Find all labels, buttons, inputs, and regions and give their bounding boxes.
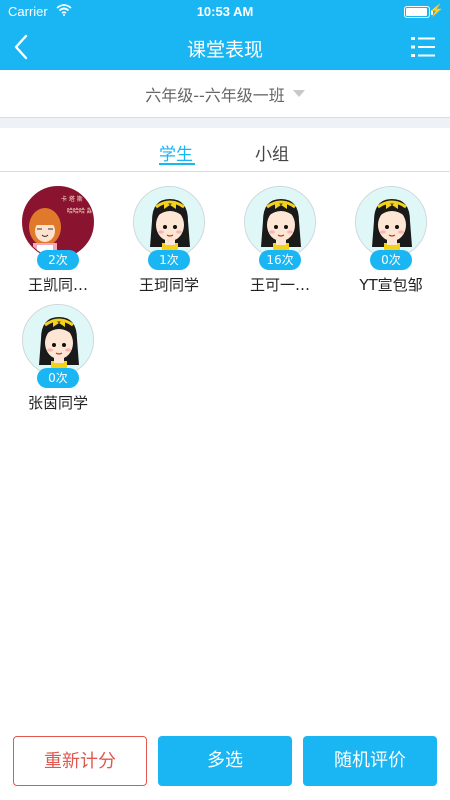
avatar	[244, 186, 316, 258]
tab-groups[interactable]: 小组	[255, 140, 289, 165]
score-badge: 16次	[259, 250, 301, 270]
student-card[interactable]: 1次 王珂同学	[114, 172, 224, 294]
girl-avatar-icon	[23, 305, 93, 375]
tab-bar: 学生 小组	[0, 128, 450, 172]
top-bar: Carrier 10:53 AM ⚡ 课堂表现	[0, 0, 450, 70]
class-selector[interactable]: 六年级--六年级一班	[0, 70, 450, 118]
avatar	[133, 186, 205, 258]
avatar	[355, 186, 427, 258]
student-name: 王可一…	[249, 276, 310, 294]
avatar	[22, 304, 94, 376]
student-card[interactable]: 卡 塔 斯 卡 哈哈哈 課 2次 王凯同…	[3, 172, 113, 294]
list-menu-icon	[411, 37, 435, 57]
score-badge: 1次	[148, 250, 190, 270]
status-bar: Carrier 10:53 AM ⚡	[0, 0, 450, 24]
multi-select-button[interactable]: 多选	[158, 736, 292, 786]
score-badge: 0次	[370, 250, 412, 270]
score-badge: 2次	[37, 250, 79, 270]
class-selector-label: 六年级--六年级一班	[145, 85, 285, 105]
nav-bar: 课堂表现	[0, 24, 450, 70]
svg-text:卡 塔 斯 卡: 卡 塔 斯 卡	[61, 195, 91, 203]
girl-avatar-icon	[356, 187, 426, 257]
girl-avatar-icon	[134, 187, 204, 257]
page-title: 课堂表现	[186, 39, 263, 61]
student-card[interactable]: 16次 王可一…	[225, 172, 335, 294]
student-name: 张茵同学	[27, 394, 88, 412]
girl-avatar-icon	[245, 187, 315, 257]
action-bar: 重新计分 多选 随机评价	[0, 736, 450, 788]
tab-students[interactable]: 学生	[159, 140, 193, 165]
student-card[interactable]: 0次 YT宣包邹	[336, 172, 446, 294]
svg-text:哈哈哈 課: 哈哈哈 課	[67, 207, 93, 215]
tab-active-indicator	[159, 163, 195, 165]
menu-button[interactable]	[410, 34, 436, 60]
random-evaluate-button[interactable]: 随机评价	[303, 736, 437, 786]
charging-icon: ⚡	[429, 3, 444, 17]
battery-icon	[404, 6, 433, 18]
student-photo-icon: 卡 塔 斯 卡 哈哈哈 課	[23, 187, 93, 257]
student-name: YT宣包邹	[359, 276, 423, 294]
student-card[interactable]: 0次 张茵同学	[3, 290, 113, 412]
score-badge: 0次	[37, 368, 79, 388]
student-name: 王珂同学	[138, 276, 199, 294]
reset-score-button[interactable]: 重新计分	[13, 736, 147, 786]
avatar: 卡 塔 斯 卡 哈哈哈 課	[22, 186, 94, 258]
caret-down-icon	[292, 90, 305, 97]
status-time: 10:53 AM	[196, 4, 254, 19]
section-divider	[0, 118, 450, 128]
